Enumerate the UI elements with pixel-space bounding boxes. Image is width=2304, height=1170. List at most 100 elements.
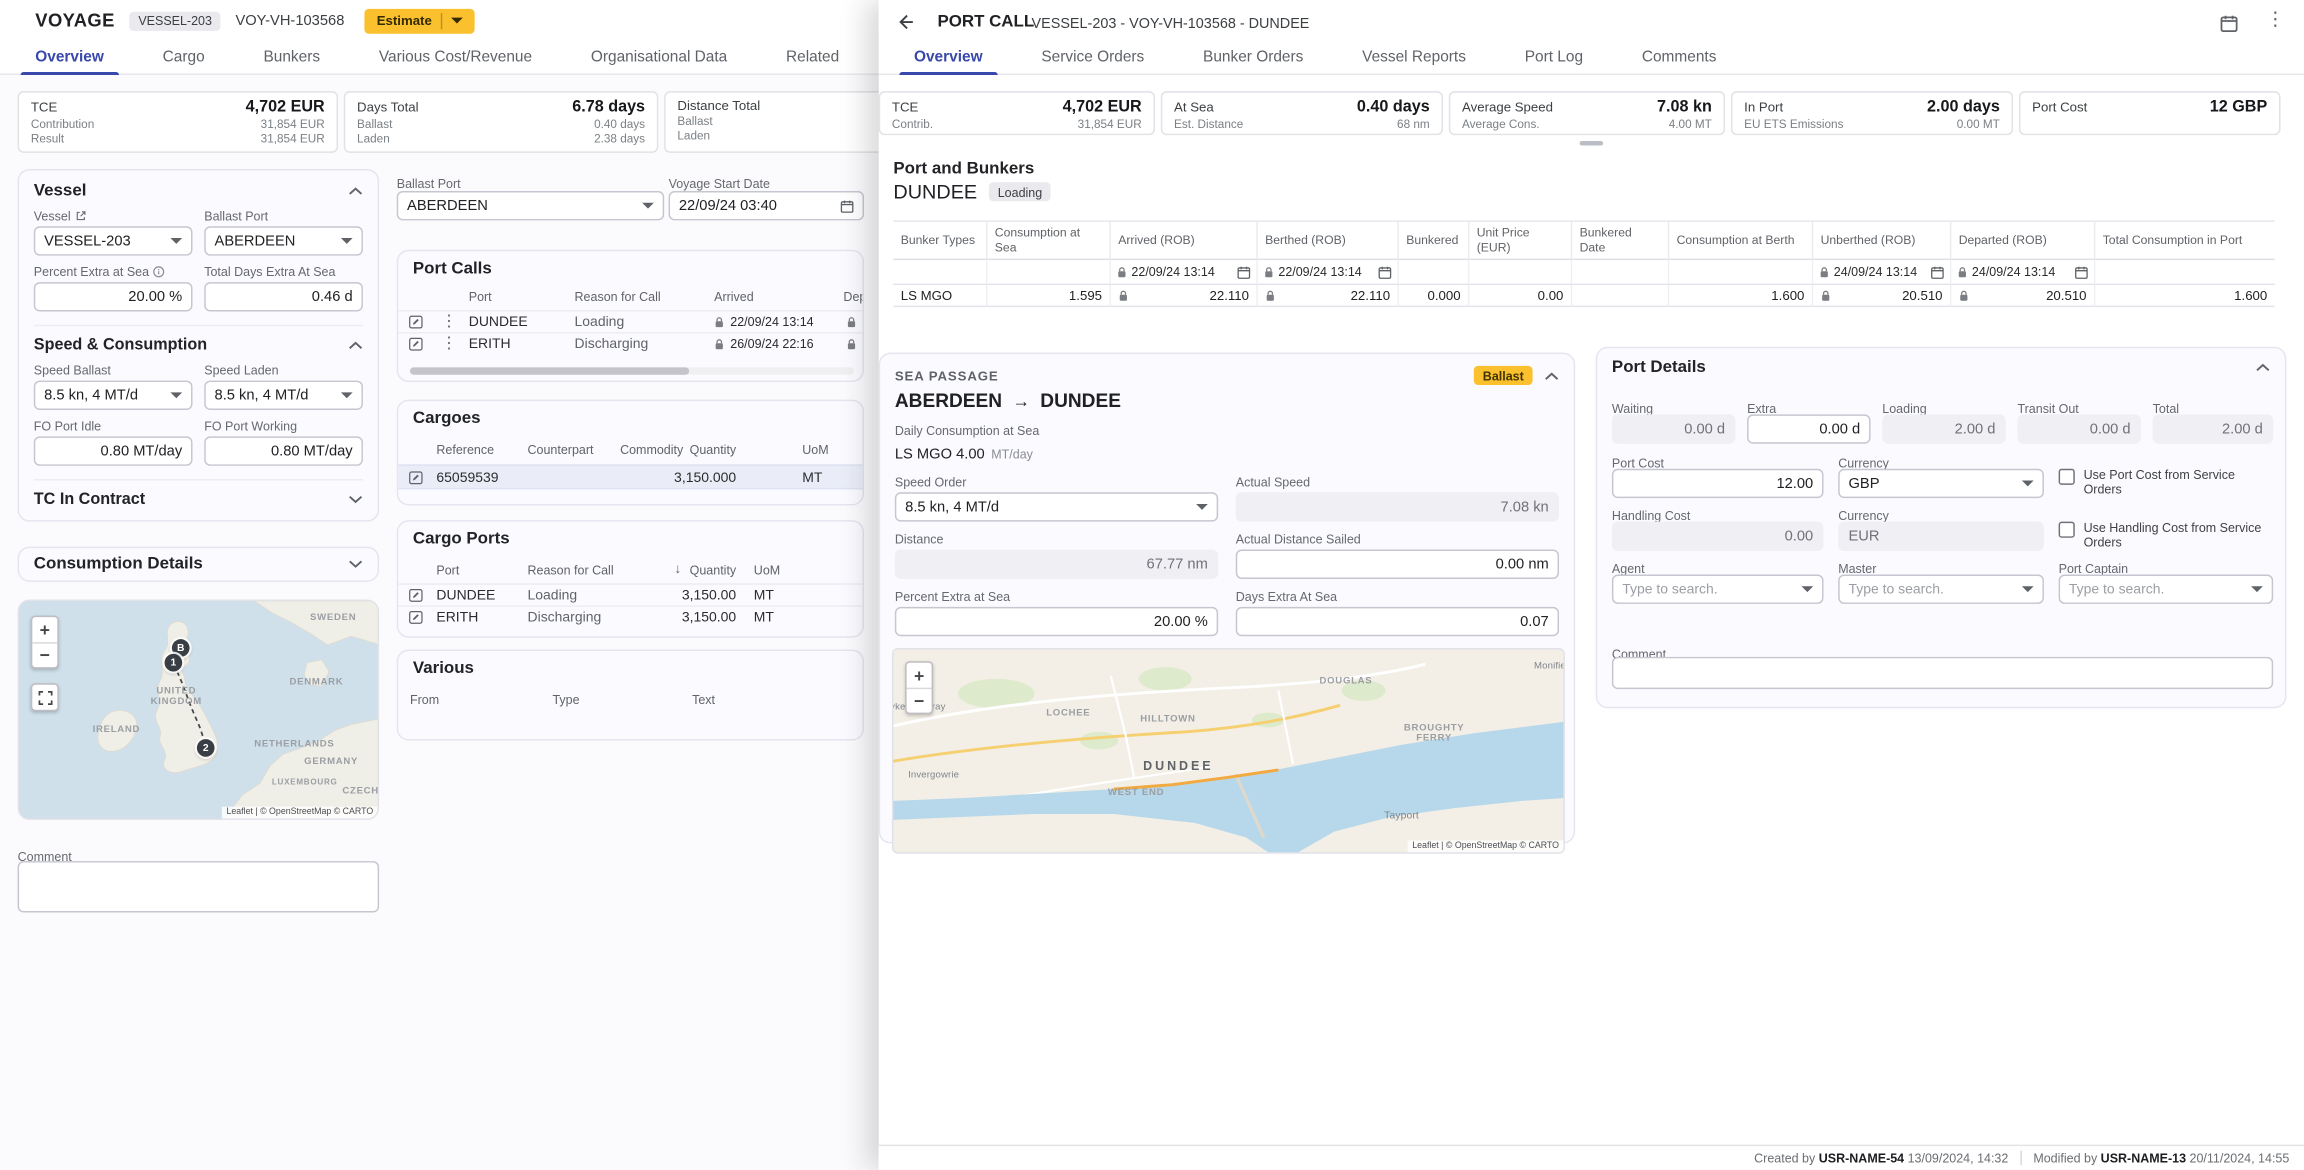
tab-cargo[interactable]: Cargo [133, 41, 234, 73]
chevron-down-icon[interactable] [348, 495, 363, 504]
zoom-out-button[interactable]: − [907, 688, 932, 713]
zoom-in-button[interactable]: + [907, 663, 932, 688]
tab-service-orders[interactable]: Service Orders [1012, 41, 1174, 73]
actual-distance-input[interactable]: 0.00 nm [1236, 550, 1559, 579]
chevron-down-icon[interactable] [348, 560, 363, 569]
tab-pc-overview[interactable]: Overview [885, 41, 1012, 73]
arrived-rob-cell[interactable]: 22.110 [1111, 285, 1258, 307]
chevron-up-icon[interactable] [348, 187, 363, 196]
unberthed-rob-cell[interactable]: 20.510 [1813, 285, 1951, 307]
tab-related[interactable]: Related [757, 41, 869, 73]
chevron-down-icon [2251, 586, 2263, 598]
fullscreen-button[interactable] [31, 683, 59, 711]
port-call-row[interactable]: ⋮ DUNDEE Loading 22/09/24 13:14 [398, 310, 864, 332]
port-captain-input[interactable] [2069, 581, 2251, 597]
speed-ballast-select[interactable]: 8.5 kn, 4 MT/d [34, 381, 193, 410]
vessel-select[interactable]: VESSEL-203 [34, 226, 193, 255]
edit-icon[interactable] [408, 610, 423, 625]
cargoes-header: Reference Counterpart Commodity Quantity… [398, 442, 864, 461]
map-label: WEST END [1108, 788, 1164, 798]
currency-select[interactable]: GBP [1838, 469, 2044, 498]
tab-organisational-data[interactable]: Organisational Data [561, 41, 756, 73]
edit-icon[interactable] [408, 588, 423, 603]
zoom-in-button[interactable]: + [32, 617, 57, 642]
agent-select[interactable] [1612, 575, 1824, 604]
departed-rob-cell[interactable]: 20.510 [1951, 285, 2095, 307]
fo-port-working-input[interactable]: 0.80 MT/day [204, 436, 363, 465]
map-label: LUXEMBOURG [272, 779, 338, 788]
more-menu-icon[interactable]: ⋮ [2266, 12, 2285, 27]
tab-bunkers[interactable]: Bunkers [234, 41, 349, 73]
tab-vessel-reports[interactable]: Vessel Reports [1333, 41, 1496, 73]
percent-extra-input[interactable]: 20.00 % [34, 282, 193, 311]
cargo-port-row[interactable]: ERITH Discharging 3,150.00 MT [398, 605, 864, 627]
tab-comments[interactable]: Comments [1612, 41, 1745, 73]
cargoes-card: Cargoes Reference Counterpart Commodity … [397, 400, 864, 506]
fo-port-idle-input[interactable]: 0.80 MT/day [34, 436, 193, 465]
chevron-up-icon[interactable] [348, 341, 363, 350]
map-marker-1[interactable]: 1 [165, 654, 183, 672]
bunker-table: Bunker Types Consumption at Sea Arrived … [893, 220, 2274, 307]
row-menu-icon[interactable]: ⋮ [441, 336, 457, 351]
edit-icon[interactable] [408, 314, 423, 329]
unberthed-date-field[interactable]: 24/09/24 13:14 [1813, 260, 1951, 285]
departed-date-field[interactable]: 24/09/24 13:14 [1951, 260, 2095, 285]
days-extra-at-sea-input[interactable]: 0.07 [1236, 607, 1559, 636]
tab-bunker-orders[interactable]: Bunker Orders [1174, 41, 1333, 73]
total-days-extra-input[interactable]: 0.46 d [204, 282, 363, 311]
ballast-port-select[interactable]: ABERDEEN [204, 226, 363, 255]
cargo-port-row[interactable]: DUNDEE Loading 3,150.00 MT [398, 583, 864, 605]
chevron-up-icon[interactable] [2256, 363, 2271, 372]
tab-port-log[interactable]: Port Log [1495, 41, 1612, 73]
fo-port-idle-label: FO Port Idle [34, 419, 193, 434]
map-marker-2[interactable]: 2 [197, 739, 215, 757]
checkbox-icon[interactable] [2059, 469, 2075, 485]
master-select[interactable] [1838, 575, 2044, 604]
use-port-cost-checkbox-row[interactable]: Use Port Cost from Service Orders [2059, 467, 2274, 496]
calendar-button[interactable] [2216, 10, 2242, 36]
port-captain-select[interactable] [2059, 575, 2274, 604]
chevron-up-icon[interactable] [1544, 371, 1559, 380]
checkbox-icon[interactable] [2059, 522, 2075, 538]
consumption-details-section[interactable]: Consumption Details [18, 547, 379, 582]
calendar-icon[interactable] [2075, 265, 2088, 278]
percent-extra-at-sea-input[interactable]: 20.00 % [895, 607, 1218, 636]
estimate-button[interactable]: Estimate [365, 8, 475, 33]
extra-input[interactable]: 0.00 d [1747, 414, 1870, 443]
edit-icon[interactable] [408, 336, 423, 351]
port-cost-input[interactable]: 12.00 [1612, 469, 1824, 498]
zoom-out-button[interactable]: − [32, 642, 57, 667]
edit-icon[interactable] [408, 470, 423, 485]
back-button[interactable] [890, 7, 919, 36]
port-call-row[interactable]: ⋮ ERITH Discharging 26/09/24 22:16 [398, 332, 864, 354]
voyage-route-map[interactable]: SWEDEN DENMARK UNITED KINGDOM IRELAND NE… [18, 600, 379, 820]
tab-various-cost-revenue[interactable]: Various Cost/Revenue [349, 41, 561, 73]
use-handling-cost-checkbox-row[interactable]: Use Handling Cost from Service Orders [2059, 520, 2274, 549]
calendar-icon [2220, 15, 2238, 33]
cargo-row[interactable]: 65059539 3,150.000 MT [398, 464, 864, 489]
mid-ballast-port-select[interactable]: ABERDEEN [397, 191, 664, 220]
agent-input[interactable] [1622, 581, 1801, 597]
calendar-icon[interactable] [840, 199, 853, 212]
port-details-comment-input[interactable] [1612, 657, 2273, 689]
horizontal-scrollbar[interactable] [410, 367, 854, 374]
master-input[interactable] [1848, 581, 2021, 597]
lock-icon [1117, 265, 1127, 278]
berthed-rob-cell[interactable]: 22.110 [1258, 285, 1399, 307]
scrollbar-thumb[interactable] [410, 367, 689, 374]
arrived-date-field[interactable]: 22/09/24 13:14 [1111, 260, 1258, 285]
voyage-comment-input[interactable] [18, 861, 379, 912]
kpi-strip-resize-handle[interactable] [1580, 141, 1604, 145]
calendar-icon[interactable] [1237, 265, 1250, 278]
row-menu-icon[interactable]: ⋮ [441, 314, 457, 329]
berthed-date-field[interactable]: 22/09/24 13:14 [1258, 260, 1399, 285]
tab-overview[interactable]: Overview [6, 41, 133, 73]
calendar-icon[interactable] [1931, 265, 1944, 278]
lock-icon [1819, 265, 1829, 278]
sea-passage-map[interactable]: Dykes or Cray LOCHEE HILLTOWN DOUGLAS Mo… [892, 648, 1565, 854]
speed-laden-select[interactable]: 8.5 kn, 4 MT/d [204, 381, 363, 410]
open-in-new-icon[interactable] [75, 210, 87, 222]
calendar-icon[interactable] [1378, 265, 1391, 278]
voyage-start-input[interactable]: 22/09/24 03:40 [669, 191, 864, 220]
speed-order-select[interactable]: 8.5 kn, 4 MT/d [895, 492, 1218, 521]
